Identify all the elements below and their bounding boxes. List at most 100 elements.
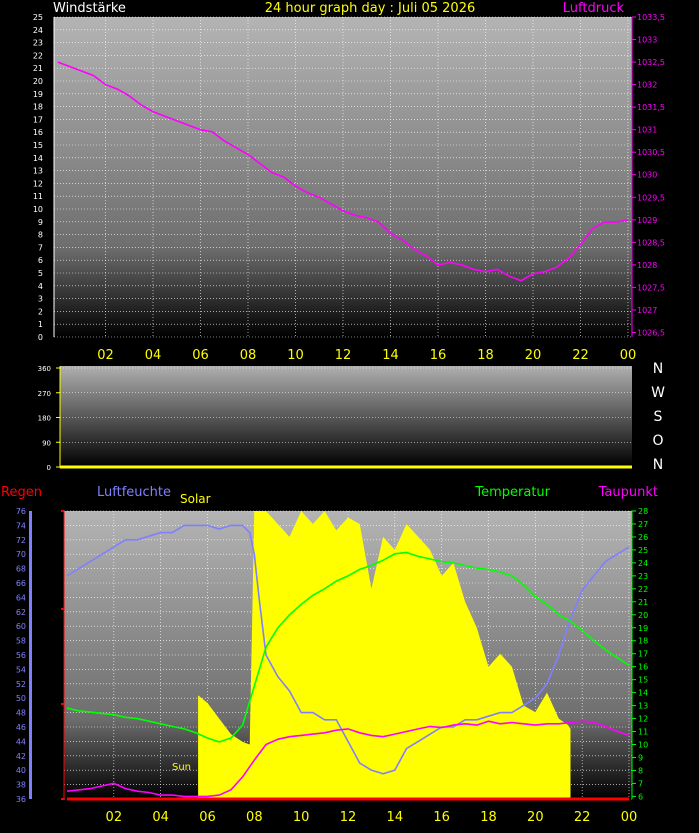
wind-axis-ticks: 0123456789101112131415161718192021222324…: [33, 13, 43, 342]
pressure-panel: 0123456789101112131415161718192021222324…: [33, 1, 665, 363]
pressure-tick-label: 1030: [637, 171, 657, 180]
time-tick-label: 18: [480, 810, 497, 825]
compass-label: O: [652, 433, 663, 449]
wind-direction-plot-area: [60, 366, 632, 467]
time-tick-label: 08: [240, 348, 257, 363]
wind-tick-label: 4: [38, 282, 43, 291]
temperature-tick-label: 27: [638, 520, 648, 529]
wind-axis-label: Windstärke: [53, 1, 126, 16]
temperature-tick-label: 13: [638, 702, 648, 711]
humidity-tick-label: 76: [16, 507, 26, 516]
humidity-tick-label: 50: [16, 694, 26, 703]
compass-label: S: [654, 409, 663, 425]
wind-tick-label: 18: [33, 103, 43, 112]
time-tick-label: 12: [340, 810, 357, 825]
temperature-tick-label: 16: [638, 663, 648, 672]
humidity-tick-label: 62: [16, 608, 26, 617]
direction-tick-label: 180: [38, 415, 51, 423]
wind-tick-label: 12: [33, 179, 43, 188]
humidity-tick-label: 70: [16, 550, 26, 559]
temperature-tick-label: 18: [638, 637, 648, 646]
pressure-time-axis: 02 04 06 08 10 12 14 16 18 20 22 00: [97, 348, 636, 363]
climate-panel: 3638404244464850525456586062646668707274…: [1, 485, 658, 825]
pressure-axis-label: Luftdruck: [563, 1, 625, 16]
chart-title: 24 hour graph day : Juli 05 2026: [265, 1, 476, 16]
direction-tick-label: 270: [38, 390, 51, 398]
temperature-tick-label: 14: [638, 689, 648, 698]
compass-label: N: [653, 457, 663, 473]
wind-tick-label: 1: [38, 320, 43, 329]
temperature-tick-label: 11: [638, 728, 648, 737]
wind-direction-panel: 090180270360 NWSON: [38, 361, 665, 473]
compass-labels: NWSON: [651, 361, 665, 473]
time-tick-label: 04: [145, 348, 162, 363]
time-tick-label: 06: [192, 348, 209, 363]
temperature-tick-label: 17: [638, 650, 648, 659]
wind-tick-label: 11: [33, 192, 43, 201]
time-tick-label: 02: [106, 810, 123, 825]
time-tick-label: 00: [620, 348, 637, 363]
time-tick-label: 20: [527, 810, 544, 825]
time-tick-label: 08: [246, 810, 263, 825]
wind-tick-label: 23: [33, 39, 43, 48]
sun-annotation: Sun: [172, 762, 191, 773]
compass-label: W: [651, 385, 665, 401]
temperature-tick-label: 8: [638, 766, 643, 775]
compass-label: N: [653, 361, 663, 377]
pressure-tick-label: 1026,5: [637, 328, 665, 337]
temperature-tick-label: 21: [638, 598, 648, 607]
pressure-tick-label: 1031: [637, 126, 657, 135]
wind-tick-label: 16: [33, 128, 43, 137]
wind-tick-label: 5: [38, 269, 43, 278]
pressure-tick-label: 1029,5: [637, 193, 665, 202]
wind-tick-label: 9: [38, 218, 43, 227]
wind-tick-label: 15: [33, 141, 43, 150]
temperature-tick-label: 20: [638, 611, 648, 620]
pressure-tick-label: 1030,5: [637, 148, 665, 157]
legend-taupunkt: Taupunkt: [598, 485, 658, 500]
wind-direction-axis-ticks: 0 90 180 270 360: [38, 365, 60, 472]
wind-tick-label: 17: [33, 115, 43, 124]
pressure-tick-label: 1033,5: [637, 13, 665, 22]
humidity-tick-label: 46: [16, 723, 26, 732]
pressure-tick-label: 1028,5: [637, 238, 665, 247]
pressure-tick-label: 1031,5: [637, 103, 665, 112]
temperature-tick-label: 25: [638, 546, 648, 555]
pressure-tick-label: 1027,5: [637, 283, 665, 292]
humidity-tick-label: 52: [16, 680, 26, 689]
climate-time-axis: 02 04 06 08 10 12 14 16 18 20 22 00: [106, 810, 638, 825]
temperature-tick-label: 19: [638, 624, 648, 633]
temperature-tick-label: 10: [638, 741, 648, 750]
humidity-tick-label: 56: [16, 651, 26, 660]
wind-tick-label: 21: [33, 64, 43, 73]
wind-tick-label: 8: [38, 231, 43, 240]
time-tick-label: 06: [199, 810, 216, 825]
temperature-tick-label: 15: [638, 676, 648, 685]
pressure-tick-label: 1032,5: [637, 58, 665, 67]
temperature-tick-label: 26: [638, 533, 648, 542]
climate-legend: Regen Luftfeuchte Solar Temperatur Taupunkt: [1, 485, 658, 506]
temperature-axis-ticks: 6 7 8 9 10 11 12 13 14 15 16 17 18 19 20 21 22 23 24 25 26 27…: [632, 507, 648, 801]
humidity-tick-label: 38: [16, 781, 26, 790]
temperature-tick-label: 22: [638, 585, 648, 594]
humidity-tick-label: 72: [16, 536, 26, 545]
temperature-tick-label: 23: [638, 572, 648, 581]
humidity-axis-ticks: 36 38 40 42 44 46 48 50 52 54 56 58 60 62 64 66 68 70 72 74…: [16, 507, 64, 804]
humidity-tick-label: 42: [16, 752, 26, 761]
time-tick-label: 04: [152, 810, 169, 825]
wind-tick-label: 3: [38, 295, 43, 304]
time-tick-label: 16: [433, 810, 450, 825]
direction-tick-label: 0: [47, 464, 51, 472]
pressure-tick-label: 1027: [637, 306, 657, 315]
humidity-tick-label: 58: [16, 637, 26, 646]
wind-tick-label: 24: [33, 26, 43, 35]
pressure-axis-ticks: 1026,5 1027 1027,5 1028 1028,5 1029 1029,5 1030…: [632, 13, 665, 337]
legend-regen: Regen: [1, 485, 42, 500]
humidity-tick-label: 68: [16, 565, 26, 574]
legend-luftfeuchte: Luftfeuchte: [97, 485, 171, 500]
pressure-tick-label: 1033: [637, 36, 657, 45]
wind-tick-label: 10: [33, 205, 43, 214]
humidity-tick-label: 44: [16, 737, 26, 746]
wind-tick-label: 6: [38, 256, 43, 265]
time-tick-label: 10: [287, 348, 304, 363]
